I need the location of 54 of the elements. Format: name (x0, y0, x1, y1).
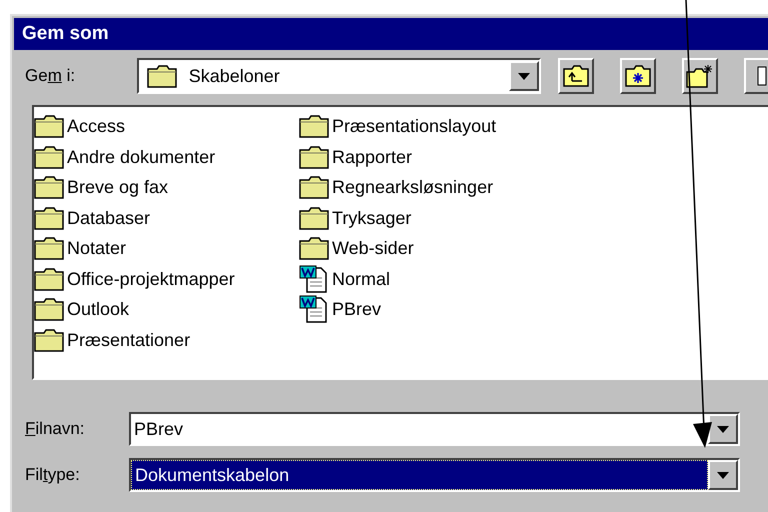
dropdown-button[interactable] (708, 460, 738, 490)
folder-icon (34, 236, 64, 260)
folder-name[interactable]: Office-projektmapper (67, 270, 235, 288)
folder-icon (34, 206, 64, 230)
folder-name[interactable]: Regnearksløsninger (332, 178, 494, 196)
dropdown-button[interactable] (708, 414, 738, 444)
folder-name[interactable]: Rapporter (332, 148, 412, 166)
folder-icon (34, 114, 64, 138)
folder-name[interactable]: Access (67, 117, 126, 136)
view-icon (757, 65, 767, 87)
save-in-dropdown[interactable]: Skabeloner (136, 58, 541, 94)
new-folder-icon (686, 64, 714, 88)
document-icon (299, 264, 329, 294)
caret-icon (518, 72, 530, 80)
field-label: Filnavn: (25, 418, 86, 440)
field-label: Filtype: (25, 464, 81, 486)
file-name[interactable]: PBrev (332, 300, 382, 318)
folder-name[interactable]: Andre dokumenter (67, 148, 216, 166)
folder-name[interactable]: Notater (67, 239, 126, 258)
toolbar-button[interactable] (620, 58, 656, 94)
star-folder-icon (625, 65, 651, 87)
document-icon (299, 294, 329, 324)
folder-icon (299, 144, 329, 169)
dropdown-value: Skabeloner (188, 64, 281, 88)
folder-icon (34, 175, 64, 200)
field-value: PBrev (133, 418, 184, 440)
filename-field[interactable]: PBrev (129, 412, 740, 446)
folder-name[interactable]: Databaser (67, 208, 150, 227)
folder-icon (299, 206, 329, 230)
filetype-dropdown[interactable]: Dokumentskabelon (129, 458, 740, 492)
toolbar-button[interactable] (682, 58, 718, 94)
folder-icon (34, 144, 64, 169)
toolbar-button[interactable] (558, 58, 594, 94)
folder-icon (299, 236, 329, 260)
dropdown-button[interactable] (509, 61, 539, 91)
file-name[interactable]: Normal (332, 270, 390, 288)
folder-icon (34, 297, 64, 322)
up-folder-icon (563, 65, 589, 87)
folder-name[interactable]: Præsentationslayout (332, 117, 496, 136)
window-title: Gem som (22, 22, 109, 46)
save-in-label: Gem i: (25, 65, 76, 88)
folder-icon (34, 328, 64, 352)
folder-name[interactable]: Breve og fax (67, 178, 168, 196)
folder-icon (146, 64, 177, 88)
folder-icon (299, 175, 329, 200)
folder-name[interactable]: Outlook (67, 300, 130, 318)
folder-name[interactable]: Web-sider (332, 239, 414, 258)
caret-icon (717, 472, 729, 478)
caret-icon (717, 426, 729, 432)
folder-icon (34, 266, 64, 291)
folder-name[interactable]: Præsentationer (67, 330, 190, 349)
field-value: Dokumentskabelon (131, 460, 708, 490)
folder-name[interactable]: Tryksager (332, 208, 412, 227)
folder-icon (299, 114, 329, 138)
